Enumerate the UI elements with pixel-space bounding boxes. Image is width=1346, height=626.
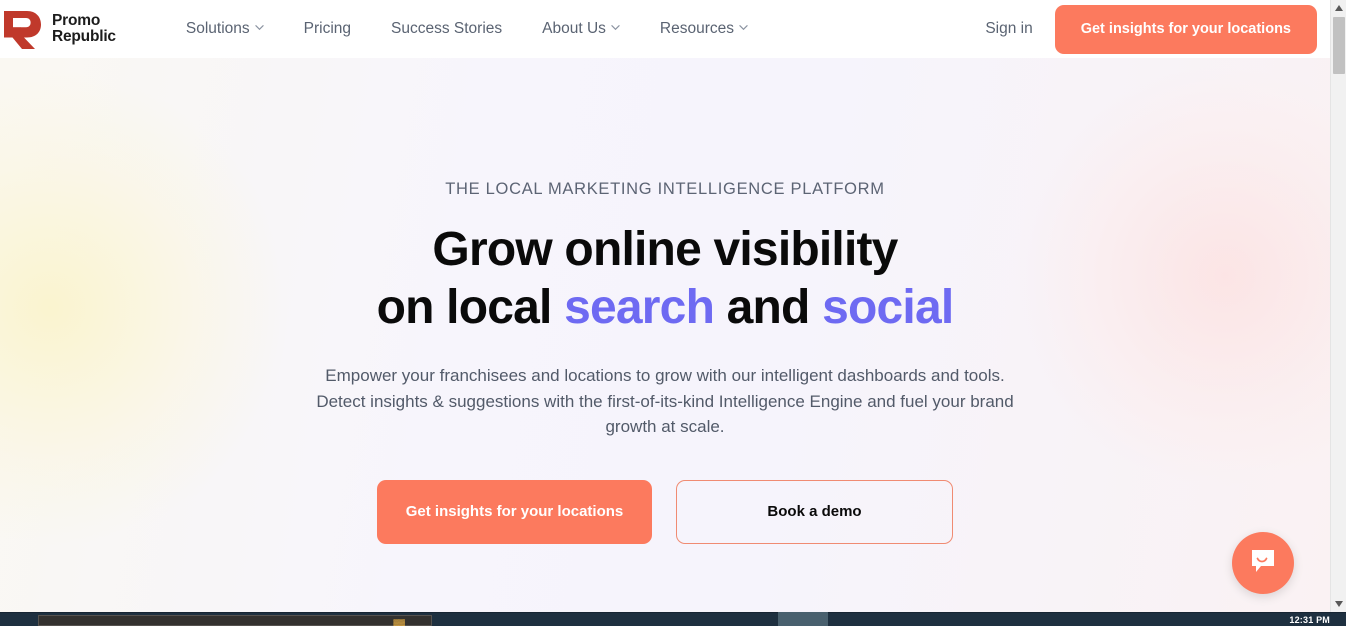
os-taskbar-strip: ▓▓ 12:31 PM	[0, 612, 1346, 626]
chevron-down-icon	[739, 23, 748, 32]
nav-item-resources[interactable]: Resources	[640, 12, 768, 46]
logo-wordmark: Promo Republic	[52, 13, 116, 45]
hero-content: THE LOCAL MARKETING INTELLIGENCE PLATFOR…	[0, 180, 1330, 544]
scroll-up-arrow[interactable]	[1331, 0, 1346, 16]
hero-headline-line2-part1: on local	[376, 281, 565, 334]
chat-bubble-smile-icon	[1248, 546, 1278, 581]
nav-item-solutions[interactable]: Solutions	[166, 12, 284, 46]
hero-book-demo-button[interactable]: Book a demo	[676, 479, 953, 544]
hero-headline-accent-search: search	[564, 281, 715, 334]
terminal-glyph: ▓▓	[393, 619, 405, 626]
nav-label-solutions: Solutions	[185, 20, 250, 37]
hero-cta-row: Get insights for your locations Book a d…	[0, 479, 1330, 544]
vertical-scrollbar[interactable]	[1330, 0, 1346, 612]
webpage-content: Promo Republic Solutions Pricing Success…	[0, 0, 1330, 612]
logo-word-republic: Republic	[52, 28, 116, 45]
hero-headline: Grow online visibility on local search a…	[0, 221, 1330, 337]
nav-label-pricing: Pricing	[303, 20, 352, 37]
scroll-thumb[interactable]	[1333, 17, 1345, 74]
hero-section: THE LOCAL MARKETING INTELLIGENCE PLATFOR…	[0, 58, 1330, 612]
nav-label-resources: Resources	[659, 20, 735, 37]
browser-viewport: Promo Republic Solutions Pricing Success…	[0, 0, 1346, 626]
nav-item-pricing[interactable]: Pricing	[284, 12, 371, 46]
logo-link[interactable]: Promo Republic	[2, 7, 116, 51]
logo-word-promo: Promo	[52, 12, 101, 29]
nav-label-success-stories: Success Stories	[391, 20, 503, 37]
background-window-tile[interactable]	[778, 612, 828, 626]
chevron-down-icon	[254, 23, 264, 32]
chevron-down-icon	[611, 23, 620, 32]
site-header: Promo Republic Solutions Pricing Success…	[0, 0, 1330, 58]
background-terminal-window[interactable]: ▓▓	[38, 615, 432, 626]
header-actions: Sign in Get insights for your locations	[963, 4, 1330, 54]
sign-in-link[interactable]: Sign in	[963, 12, 1054, 46]
hero-headline-line2-part2: and	[714, 281, 823, 334]
taskbar-clock: 12:31 PM	[1289, 615, 1330, 625]
hero-headline-accent-social: social	[822, 281, 954, 334]
scroll-down-arrow[interactable]	[1331, 596, 1346, 612]
hero-eyebrow: THE LOCAL MARKETING INTELLIGENCE PLATFOR…	[445, 180, 885, 198]
chat-launcher-button[interactable]	[1232, 532, 1294, 594]
main-navigation: Solutions Pricing Success Stories About …	[166, 12, 768, 46]
nav-item-success-stories[interactable]: Success Stories	[371, 12, 522, 46]
taskbar-top-divider	[0, 612, 1346, 613]
header-cta-button[interactable]: Get insights for your locations	[1054, 4, 1317, 54]
hero-primary-cta-button[interactable]: Get insights for your locations	[377, 479, 652, 544]
nav-label-about-us: About Us	[542, 20, 606, 37]
hero-headline-line1: Grow online visibility	[432, 223, 898, 276]
nav-item-about-us[interactable]: About Us	[522, 12, 640, 46]
hero-subtitle: Empower your franchisees and locations t…	[316, 366, 1014, 436]
promorepublic-logo-icon	[2, 7, 44, 51]
